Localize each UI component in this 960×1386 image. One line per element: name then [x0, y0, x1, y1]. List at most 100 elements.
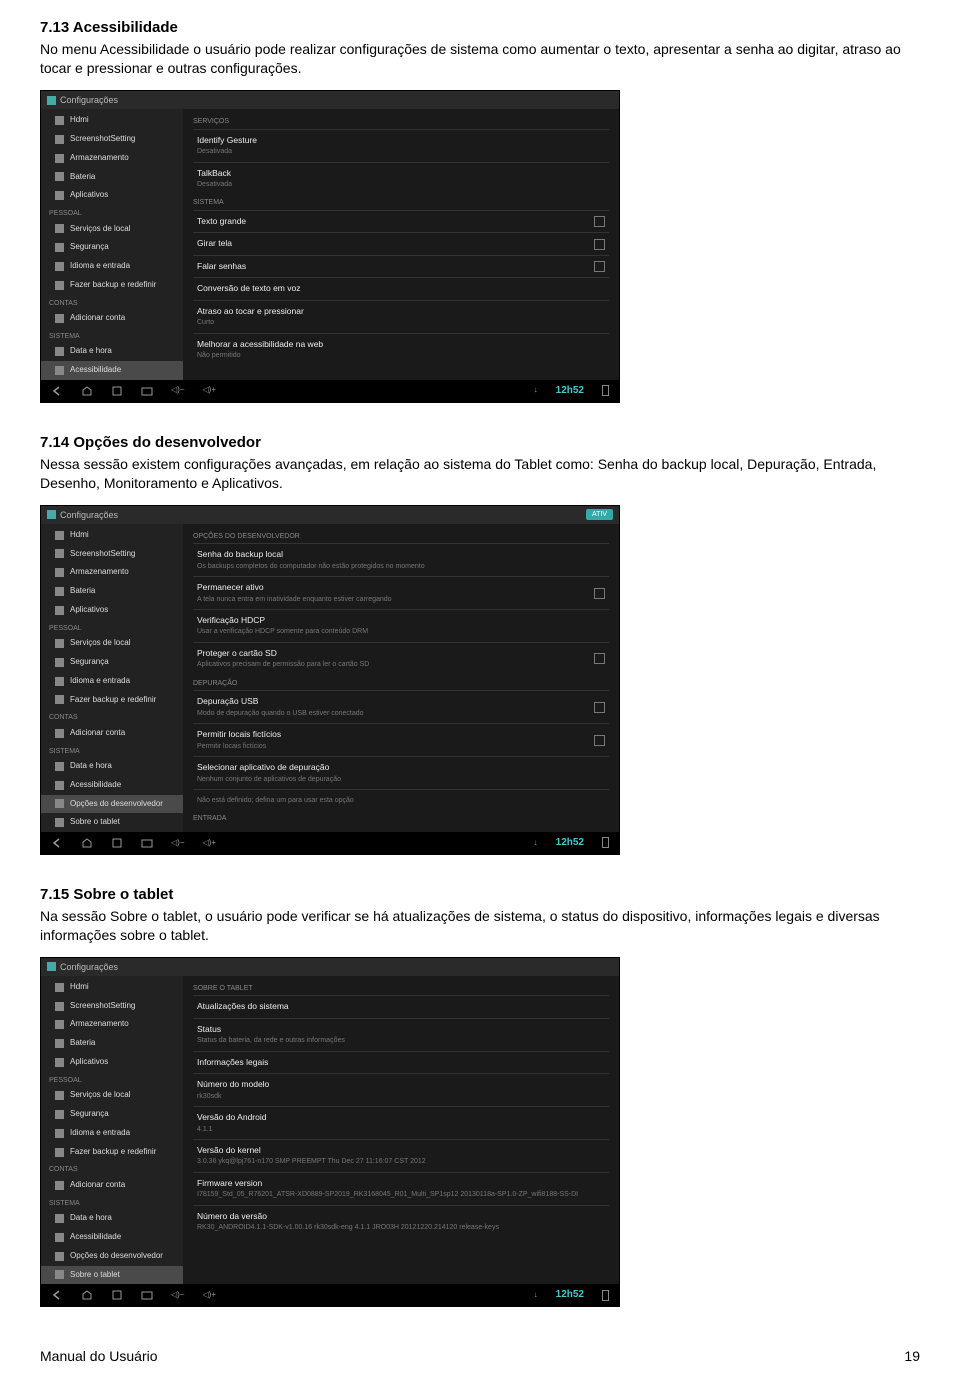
settings-row[interactable]: Informações legais: [193, 1051, 609, 1073]
sidebar-item-icon: [55, 135, 64, 144]
back-icon[interactable]: [51, 1289, 63, 1301]
checkbox[interactable]: [594, 261, 605, 272]
sidebar-item[interactable]: Data e hora: [41, 1209, 183, 1228]
recent-icon[interactable]: [111, 385, 123, 397]
sidebar-category: PESSOAL: [41, 205, 183, 219]
sidebar-item[interactable]: Hdmi: [41, 526, 183, 545]
checkbox[interactable]: [594, 653, 605, 664]
sidebar-item[interactable]: Bateria: [41, 1034, 183, 1053]
sidebar-item[interactable]: Bateria: [41, 582, 183, 601]
settings-row[interactable]: StatusStatus da bateria, da rede e outra…: [193, 1018, 609, 1051]
checkbox[interactable]: [594, 735, 605, 746]
recent-icon[interactable]: [111, 837, 123, 849]
dev-options-toggle[interactable]: ATIV: [586, 509, 613, 520]
settings-row[interactable]: Verificação HDCPUsar a verificação HDCP …: [193, 609, 609, 642]
settings-row[interactable]: Permitir locais fictíciosPermitir locais…: [193, 723, 609, 756]
settings-row[interactable]: TalkBackDesativada: [193, 162, 609, 195]
settings-row[interactable]: Conversão de texto em voz: [193, 277, 609, 299]
back-icon[interactable]: [51, 837, 63, 849]
settings-row[interactable]: Firmware versionI78159_Std_05_R76201_ATS…: [193, 1172, 609, 1205]
checkbox[interactable]: [594, 702, 605, 713]
screenshot-icon[interactable]: [141, 837, 153, 849]
vol-up-icon[interactable]: ◁)+: [203, 838, 217, 849]
screenshot-icon[interactable]: [141, 1289, 153, 1301]
sidebar-item[interactable]: Adicionar conta: [41, 724, 183, 743]
sidebar-item-icon: [55, 224, 64, 233]
sidebar-item[interactable]: Segurança: [41, 238, 183, 257]
vol-down-icon[interactable]: ◁)−: [171, 385, 185, 396]
sidebar-item[interactable]: Adicionar conta: [41, 309, 183, 328]
settings-row[interactable]: Permanecer ativoA tela nunca entra em in…: [193, 576, 609, 609]
settings-row[interactable]: Proteger o cartão SDAplicativos precisam…: [193, 642, 609, 675]
settings-row[interactable]: Número do modelork30sdk: [193, 1073, 609, 1106]
screenshot-icon[interactable]: [141, 385, 153, 397]
sidebar-item[interactable]: Serviços de local: [41, 220, 183, 239]
sidebar-item[interactable]: Aplicativos: [41, 186, 183, 205]
sidebar-item[interactable]: Serviços de local: [41, 1086, 183, 1105]
settings-row[interactable]: Depuração USBModo de depuração quando o …: [193, 690, 609, 723]
back-icon[interactable]: [51, 385, 63, 397]
vol-down-icon[interactable]: ◁)−: [171, 838, 185, 849]
battery-icon: [602, 1290, 609, 1301]
sidebar-item[interactable]: Hdmi: [41, 111, 183, 130]
settings-row[interactable]: Selecionar aplicativo de depuraçãoNenhum…: [193, 756, 609, 789]
vol-down-icon[interactable]: ◁)−: [171, 1290, 185, 1301]
settings-row[interactable]: Girar tela: [193, 232, 609, 254]
sidebar-item[interactable]: Adicionar conta: [41, 1176, 183, 1195]
sidebar-item[interactable]: Aplicativos: [41, 1053, 183, 1072]
sidebar-item[interactable]: Armazenamento: [41, 149, 183, 168]
home-icon[interactable]: [81, 1289, 93, 1301]
section-body-714: Nessa sessão existem configurações avanç…: [40, 455, 920, 493]
settings-row[interactable]: Identify GestureDesativada: [193, 129, 609, 162]
sidebar-item-icon: [55, 1020, 64, 1029]
sidebar-item[interactable]: Opções do desenvolvedor: [41, 795, 183, 814]
checkbox[interactable]: [594, 216, 605, 227]
content-section-header: DEPURAÇÃO: [193, 675, 609, 690]
sidebar-item[interactable]: Data e hora: [41, 342, 183, 361]
settings-row[interactable]: Número da versãoRK30_ANDROID4.1.1-SDK-v1…: [193, 1205, 609, 1238]
sidebar-item[interactable]: Idioma e entrada: [41, 672, 183, 691]
settings-row[interactable]: Não está definido; defina um para usar e…: [193, 789, 609, 810]
vol-up-icon[interactable]: ◁)+: [203, 385, 217, 396]
settings-row[interactable]: Versão do kernel3.0.36 ykq@lpj761-n170 S…: [193, 1139, 609, 1172]
sidebar-item[interactable]: Fazer backup e redefinir: [41, 691, 183, 710]
vol-up-icon[interactable]: ◁)+: [203, 1290, 217, 1301]
settings-row[interactable]: Atualizações do sistema: [193, 995, 609, 1017]
sidebar-item[interactable]: Armazenamento: [41, 1015, 183, 1034]
sidebar-item[interactable]: Serviços de local: [41, 634, 183, 653]
sidebar-item[interactable]: Data e hora: [41, 757, 183, 776]
checkbox[interactable]: [594, 239, 605, 250]
sidebar-item-icon: [55, 983, 64, 992]
sidebar-item[interactable]: Acessibilidade: [41, 1228, 183, 1247]
sidebar-item[interactable]: Fazer backup e redefinir: [41, 1143, 183, 1162]
sidebar-item[interactable]: ScreenshotSetting: [41, 545, 183, 564]
settings-row[interactable]: Melhorar a acessibilidade na webNão perm…: [193, 333, 609, 366]
sidebar-item[interactable]: Fazer backup e redefinir: [41, 276, 183, 295]
settings-row[interactable]: Texto grande: [193, 210, 609, 232]
sidebar-item[interactable]: Acessibilidade: [41, 361, 183, 380]
sidebar-item[interactable]: Idioma e entrada: [41, 257, 183, 276]
sidebar-item[interactable]: Segurança: [41, 653, 183, 672]
sidebar-item[interactable]: Idioma e entrada: [41, 1124, 183, 1143]
sidebar-item[interactable]: Acessibilidade: [41, 776, 183, 795]
home-icon[interactable]: [81, 385, 93, 397]
sidebar-item[interactable]: ScreenshotSetting: [41, 997, 183, 1016]
sidebar-item[interactable]: Hdmi: [41, 978, 183, 997]
sidebar-item[interactable]: Aplicativos: [41, 601, 183, 620]
sidebar-item[interactable]: Sobre o tablet: [41, 813, 183, 832]
settings-row[interactable]: Atraso ao tocar e pressionarCurto: [193, 300, 609, 333]
settings-row[interactable]: Versão do Android4.1.1: [193, 1106, 609, 1139]
sidebar-item[interactable]: ScreenshotSetting: [41, 130, 183, 149]
settings-row[interactable]: Senha do backup localOs backups completo…: [193, 543, 609, 576]
sidebar-item[interactable]: Sobre o tablet: [41, 1266, 183, 1285]
sidebar-item[interactable]: Bateria: [41, 168, 183, 187]
home-icon[interactable]: [81, 837, 93, 849]
sidebar-item[interactable]: Segurança: [41, 1105, 183, 1124]
recent-icon[interactable]: [111, 1289, 123, 1301]
settings-row[interactable]: Falar senhas: [193, 255, 609, 277]
row-title: Texto grande: [197, 216, 246, 227]
sidebar-item[interactable]: Armazenamento: [41, 563, 183, 582]
sidebar-item[interactable]: Opções do desenvolvedor: [41, 1247, 183, 1266]
row-title: Girar tela: [197, 238, 232, 249]
checkbox[interactable]: [594, 588, 605, 599]
